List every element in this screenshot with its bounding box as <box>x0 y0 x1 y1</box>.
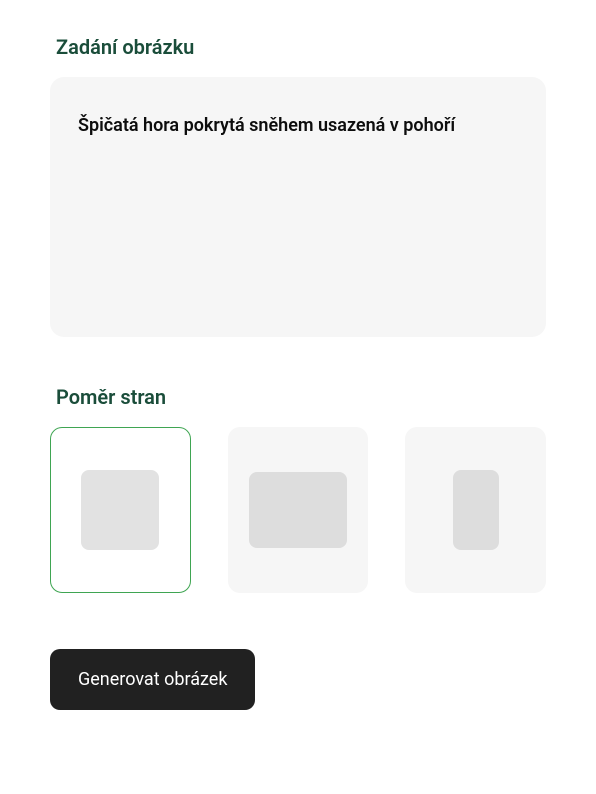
aspect-ratio-section: Poměr stran <box>50 385 546 593</box>
generate-button[interactable]: Generovat obrázek <box>50 649 255 710</box>
aspect-ratio-title: Poměr stran <box>50 385 546 409</box>
portrait-shape-icon <box>453 470 499 550</box>
image-prompt-section: Zadání obrázku <box>50 35 546 337</box>
aspect-option-portrait[interactable] <box>405 427 546 593</box>
aspect-option-landscape[interactable] <box>228 427 369 593</box>
prompt-input[interactable] <box>78 105 518 271</box>
prompt-container <box>50 77 546 337</box>
landscape-shape-icon <box>249 472 347 548</box>
aspect-option-square[interactable] <box>50 427 191 593</box>
aspect-ratio-options <box>50 427 546 593</box>
prompt-section-title: Zadání obrázku <box>50 35 546 59</box>
square-shape-icon <box>81 470 159 550</box>
